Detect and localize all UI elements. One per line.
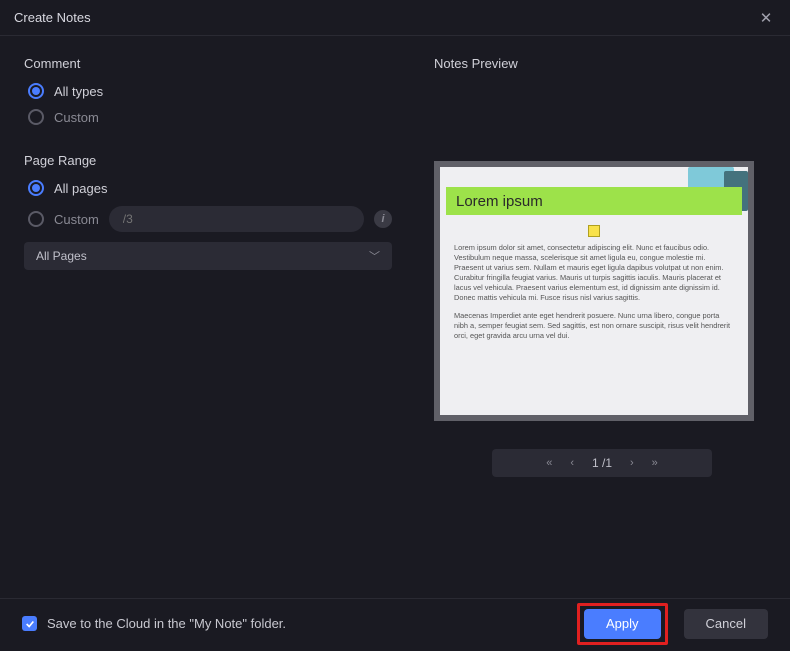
page-select[interactable]: All Pages ﹀ [24, 242, 392, 270]
dialog-body: Comment All types Custom Page Range All … [0, 36, 790, 598]
save-cloud-label: Save to the Cloud in the "My Note" folde… [47, 616, 286, 631]
left-panel: Comment All types Custom Page Range All … [0, 36, 410, 598]
sticky-note-icon [588, 225, 600, 237]
footer-buttons: Apply Cancel [577, 603, 768, 645]
preview-paragraph: Maecenas Imperdiet ante eget hendrerit p… [454, 311, 734, 341]
titlebar: Create Notes ✕ [0, 0, 790, 36]
apply-highlight: Apply [577, 603, 668, 645]
chevron-down-icon: ﹀ [369, 248, 380, 264]
radio-row-all-types[interactable]: All types [24, 83, 392, 99]
radio-all-types[interactable] [28, 83, 44, 99]
footer: Save to the Cloud in the "My Note" folde… [0, 598, 790, 648]
radio-all-pages[interactable] [28, 180, 44, 196]
info-icon: i [374, 210, 392, 228]
radio-row-custom-types[interactable]: Custom [24, 109, 392, 125]
preview-title-bar: Lorem ipsum [446, 187, 742, 215]
radio-all-pages-label: All pages [54, 181, 107, 196]
apply-button[interactable]: Apply [584, 609, 661, 639]
right-panel: Notes Preview Lorem ipsum Lorem ipsum do… [410, 36, 790, 598]
pager: « ‹ 1 /1 › » [492, 449, 712, 477]
save-cloud-row[interactable]: Save to the Cloud in the "My Note" folde… [22, 616, 286, 631]
close-icon[interactable]: ✕ [756, 8, 776, 28]
preview-paragraph: Lorem ipsum dolor sit amet, consectetur … [454, 243, 734, 303]
page-select-value: All Pages [36, 249, 87, 263]
radio-all-types-label: All types [54, 84, 103, 99]
comment-section-label: Comment [24, 56, 392, 71]
preview-label: Notes Preview [434, 56, 770, 71]
page-range-section-label: Page Range [24, 153, 392, 168]
preview-title: Lorem ipsum [456, 193, 543, 210]
radio-row-custom-pages: Custom i [24, 206, 392, 232]
pager-last-icon[interactable]: » [652, 457, 658, 469]
notes-preview: Lorem ipsum Lorem ipsum dolor sit amet, … [434, 161, 754, 421]
pager-next-icon[interactable]: › [630, 457, 634, 469]
radio-custom-pages-label: Custom [54, 212, 99, 227]
radio-custom-pages[interactable] [28, 211, 44, 227]
pager-value: 1 /1 [592, 456, 612, 470]
radio-custom-types[interactable] [28, 109, 44, 125]
radio-custom-types-label: Custom [54, 110, 99, 125]
page-range-input[interactable] [109, 206, 364, 232]
cancel-button[interactable]: Cancel [684, 609, 768, 639]
pager-prev-icon[interactable]: ‹ [570, 457, 574, 469]
radio-row-all-pages[interactable]: All pages [24, 180, 392, 196]
window-title: Create Notes [14, 10, 91, 25]
pager-first-icon[interactable]: « [546, 457, 552, 469]
preview-content: Lorem ipsum dolor sit amet, consectetur … [454, 225, 734, 405]
save-cloud-checkbox[interactable] [22, 616, 37, 631]
